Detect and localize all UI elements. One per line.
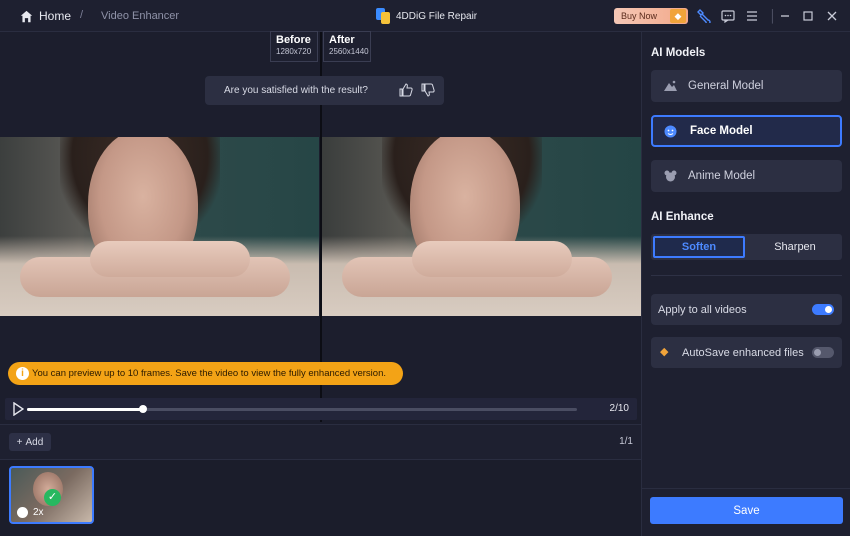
save-area: Save [642, 488, 850, 536]
feedback-icon[interactable] [721, 9, 735, 24]
video-thumbnail[interactable]: ✓ 2x [9, 466, 94, 524]
progress-fill [27, 408, 143, 411]
after-resolution: 2560x1440 [329, 47, 369, 56]
landscape-icon [664, 80, 677, 92]
app-title: 4DDiG File Repair [376, 8, 477, 24]
title-bar: Home / Video Enhancer 4DDiG File Repair … [0, 0, 850, 32]
feedback-prompt: Are you satisfied with the result? [205, 76, 444, 105]
anime-model-button[interactable]: Anime Model [651, 160, 842, 192]
progress-knob[interactable] [138, 405, 147, 413]
progress-track[interactable] [27, 405, 577, 413]
play-icon[interactable] [12, 402, 24, 416]
video-thumbnail-list: ✓ 2x [0, 460, 641, 536]
app-title-text: 4DDiG File Repair [396, 10, 478, 22]
after-preview-image [322, 137, 641, 316]
notice-text: You can preview up to 10 frames. Save th… [32, 368, 387, 379]
home-button[interactable]: Home [20, 9, 71, 23]
anime-model-label: Anime Model [688, 170, 756, 182]
before-resolution: 1280x720 [276, 47, 312, 56]
breadcrumb: Video Enhancer [101, 10, 180, 22]
frame-player: 2/10 [5, 398, 637, 420]
add-video-button[interactable]: + Add [9, 433, 51, 451]
info-icon: i [16, 367, 29, 380]
autosave-toggle[interactable] [812, 347, 834, 358]
minimize-icon[interactable] [778, 9, 792, 23]
before-tag: Before 1280x720 [270, 31, 318, 62]
check-icon: ✓ [44, 489, 61, 506]
buy-now-button[interactable]: Buy Now ◆ [614, 8, 688, 24]
save-button[interactable]: Save [650, 497, 843, 524]
general-model-label: General Model [688, 80, 764, 92]
ai-models-title: AI Models [651, 47, 706, 59]
soften-option[interactable]: Soften [653, 236, 745, 258]
maximize-icon[interactable] [801, 9, 815, 23]
face-model-button[interactable]: Face Model [651, 115, 842, 147]
after-label: After [329, 34, 355, 46]
feedback-question: Are you satisfied with the result? [224, 85, 368, 96]
enhance-mode-selector: Soften Sharpen [651, 234, 842, 260]
diamond-icon: ◆ [660, 346, 669, 358]
face-icon [664, 125, 677, 138]
apply-all-toggle[interactable] [812, 304, 834, 315]
preview-limit-notice: i You can preview up to 10 frames. Save … [8, 362, 403, 385]
plus-icon: + [16, 436, 23, 448]
sharpen-option[interactable]: Sharpen [749, 236, 841, 258]
thumbs-down-icon[interactable] [421, 83, 435, 97]
ai-enhance-title: AI Enhance [651, 211, 714, 223]
page-counter: 1/1 [619, 436, 633, 447]
face-model-label: Face Model [690, 125, 753, 137]
apply-all-videos-row: Apply to all videos [651, 294, 842, 325]
menu-icon[interactable] [745, 9, 759, 23]
before-preview-image [0, 137, 319, 316]
face-model-icon [17, 507, 28, 518]
general-model-button[interactable]: General Model [651, 70, 842, 102]
home-label: Home [39, 9, 72, 23]
autosave-label: AutoSave enhanced files [682, 346, 804, 359]
video-list-toolbar: + Add 1/1 [0, 424, 641, 460]
thumbnail-badge: 2x [17, 507, 44, 518]
anime-icon [664, 170, 677, 182]
frame-counter: 2/10 [609, 403, 629, 414]
diamond-icon: ◆ [670, 9, 686, 23]
before-label: Before [276, 34, 311, 46]
thumbs-up-icon[interactable] [399, 83, 413, 97]
app-logo-icon [376, 8, 390, 24]
add-label: Add [25, 436, 44, 448]
home-icon [20, 10, 33, 22]
settings-panel: AI Models General Model Face Model Anime… [641, 32, 850, 536]
buy-now-label: Buy Now [621, 11, 658, 21]
scale-label: 2x [33, 507, 44, 518]
apply-all-label: Apply to all videos [658, 303, 747, 316]
tools-icon[interactable] [697, 9, 711, 25]
autosave-row: ◆ AutoSave enhanced files [651, 337, 842, 368]
breadcrumb-separator: / [80, 9, 84, 21]
after-tag: After 2560x1440 [323, 31, 371, 62]
close-icon[interactable] [825, 9, 839, 23]
section-divider [651, 275, 842, 276]
